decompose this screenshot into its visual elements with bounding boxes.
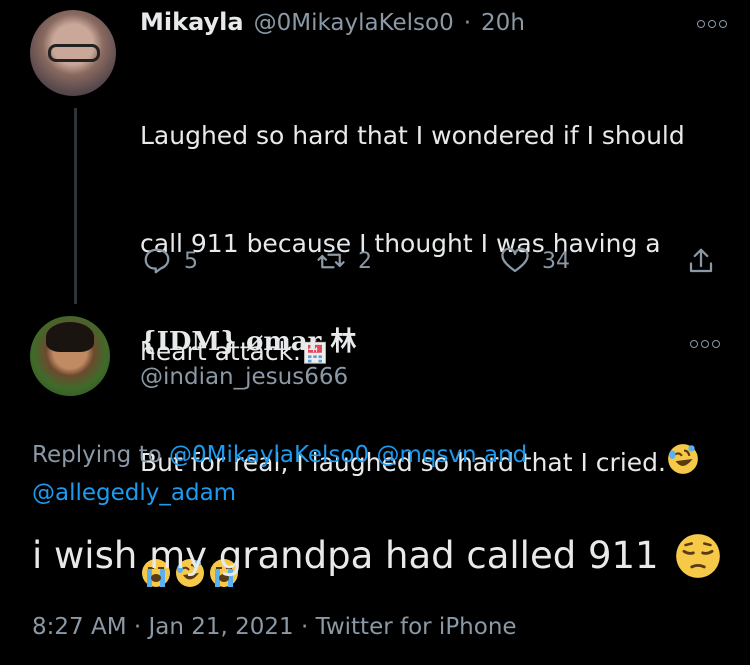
share-icon[interactable] [686, 246, 716, 276]
reply-action[interactable]: 5 [142, 246, 198, 276]
reply-count: 5 [184, 248, 198, 274]
user-handle[interactable]: @indian_jesus666 [140, 360, 356, 394]
tweet-line: Laughed so hard that I wondered if I sho… [140, 121, 685, 150]
tweet-time-ago[interactable]: 20h [481, 10, 525, 36]
replying-to: Replying to @0MikaylaKelso0 @mqsvn and @… [32, 436, 732, 512]
main-tweet-header: {IDM} ømar 林 @indian_jesus666 [140, 324, 356, 394]
like-count: 34 [542, 248, 570, 274]
avatar-omar[interactable] [30, 316, 110, 396]
retweet-count: 2 [358, 248, 372, 274]
tweet-header: Mikayla @0MikaylaKelso0 · 20h [140, 8, 525, 36]
mention-link[interactable]: @allegedly_adam [32, 480, 236, 506]
retweet-icon[interactable] [316, 246, 346, 276]
tweet-line: call 911 because I thought I was having … [140, 229, 661, 258]
thread-connector-line [74, 108, 77, 304]
share-action[interactable] [686, 246, 716, 276]
avatar-hair-detail [46, 322, 94, 352]
reply-icon[interactable] [142, 246, 172, 276]
main-tweet-body: i wish my grandpa had called 911 [32, 530, 723, 582]
display-name[interactable]: Mikayla [140, 8, 244, 36]
heart-icon[interactable] [500, 246, 530, 276]
avatar-mikayla[interactable] [30, 10, 116, 96]
main-tweet-text: i wish my grandpa had called 911 [32, 534, 659, 577]
display-name[interactable]: {IDM} ømar 林 [140, 324, 356, 360]
more-options-icon[interactable] [697, 20, 727, 28]
mention-link[interactable]: @mqsvn [376, 442, 476, 468]
tweet-timestamp[interactable]: 8:27 AM · Jan 21, 2021 · Twitter for iPh… [32, 614, 517, 640]
mention-and[interactable]: and [484, 442, 527, 468]
more-options-icon[interactable] [690, 340, 720, 348]
separator-dot: · [463, 10, 472, 36]
mention-link[interactable]: @0MikaylaKelso0 [169, 442, 369, 468]
retweet-action[interactable]: 2 [316, 246, 372, 276]
avatar-glasses-detail [48, 44, 100, 62]
pensive-face-emoji-icon [675, 534, 720, 578]
user-handle[interactable]: @0MikaylaKelso0 [254, 10, 454, 36]
like-action[interactable]: 34 [500, 246, 570, 276]
replying-to-label: Replying to [32, 442, 162, 468]
